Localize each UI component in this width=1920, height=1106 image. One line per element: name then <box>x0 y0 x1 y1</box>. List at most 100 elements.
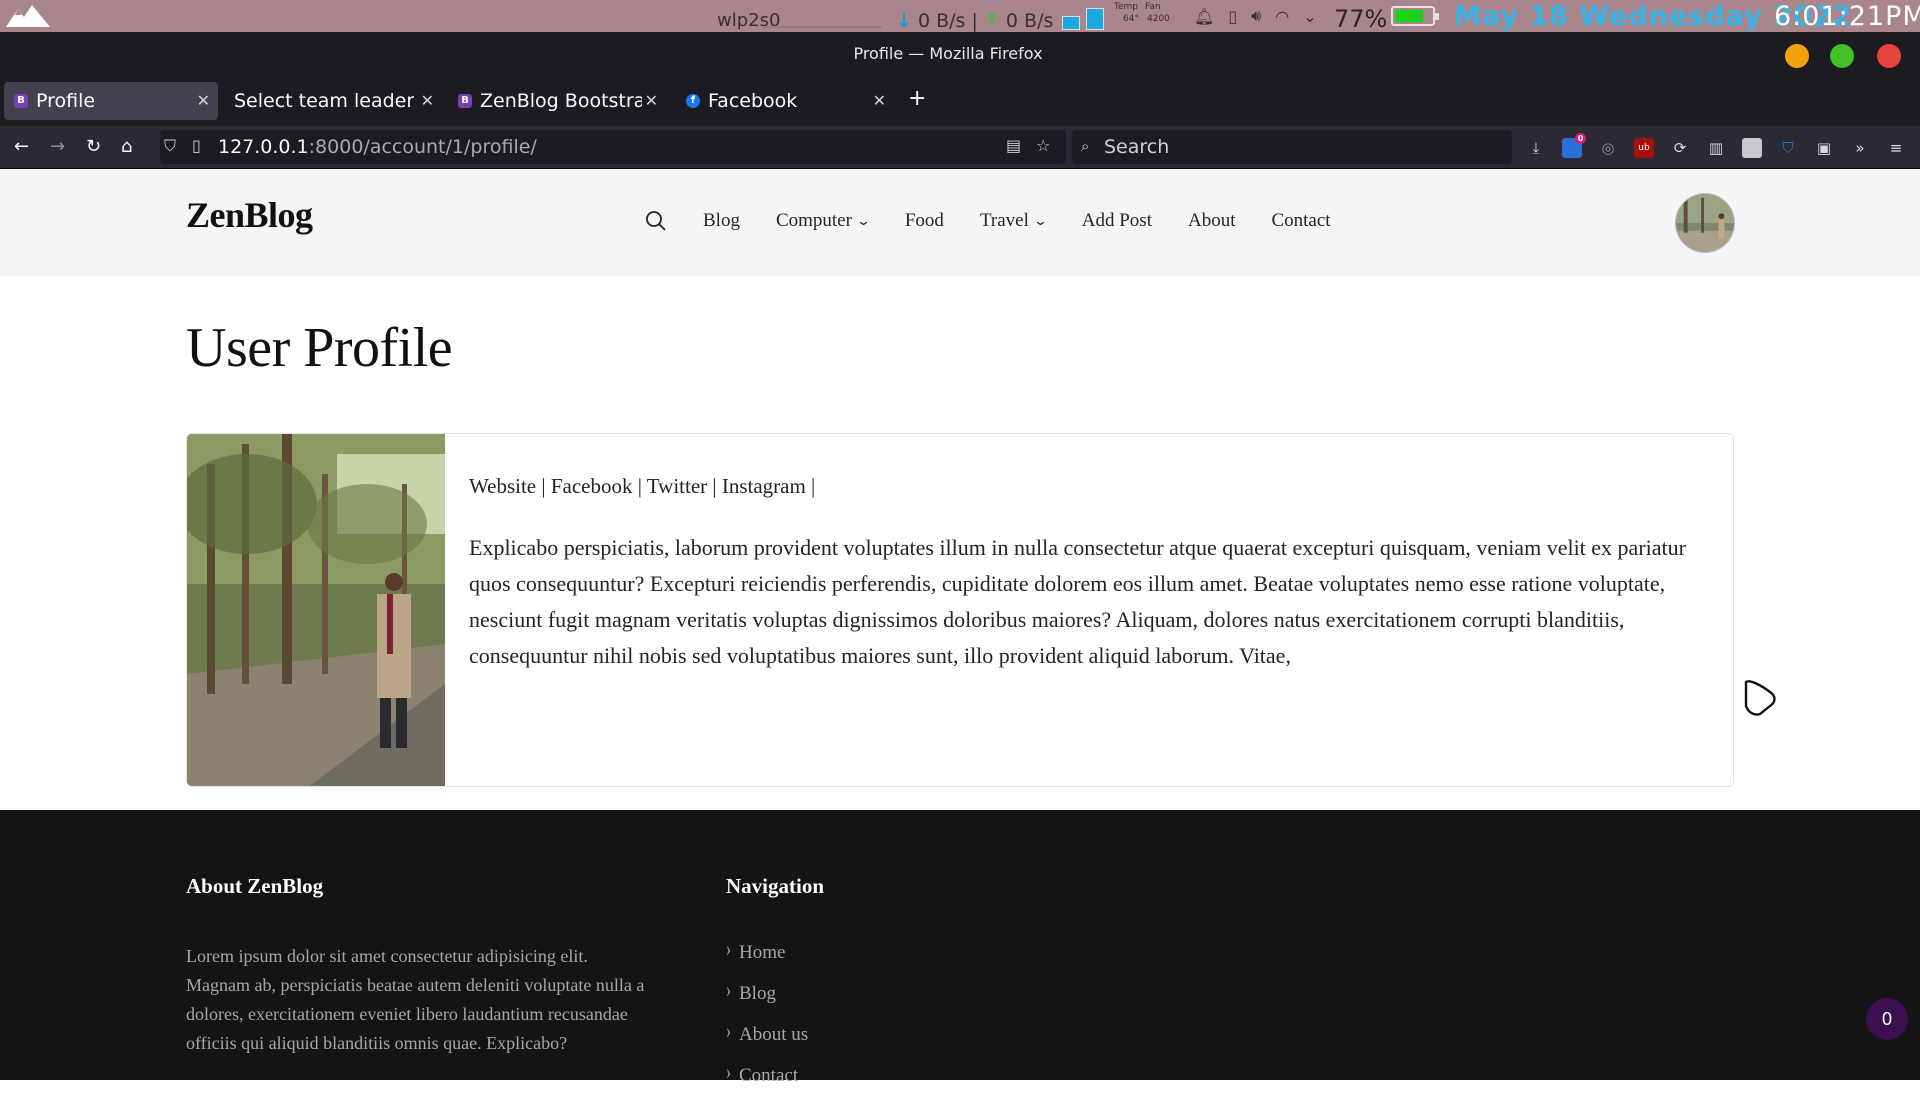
cpu-bar <box>1062 16 1080 30</box>
tab-label: ZenBlog Bootstrap <box>480 90 642 112</box>
tab-facebook[interactable]: f Facebook ✕ <box>676 82 894 120</box>
reload-icon[interactable]: ↻ <box>86 136 101 157</box>
tab-zenblog-bootstrap[interactable]: B ZenBlog Bootstrap ✕ <box>448 82 666 120</box>
bell-icon[interactable]: 🔔︎ <box>1194 7 1214 26</box>
profile-photo-image <box>187 434 445 786</box>
user-avatar[interactable] <box>1675 193 1735 253</box>
library-icon[interactable]: ▥ <box>1706 138 1726 158</box>
back-arrow-icon[interactable]: ← <box>14 136 29 157</box>
footer-nav-heading: Navigation <box>726 874 825 898</box>
volume-icon[interactable]: 🔊︎ <box>1251 6 1261 26</box>
close-tab-icon[interactable]: ✕ <box>645 91 658 110</box>
mouse-cursor-icon <box>1744 680 1776 716</box>
menu-item-add-post[interactable]: Add Post <box>1082 210 1152 232</box>
footer-nav-list: › Home › Blog › About us › Contact <box>726 938 808 1106</box>
ram-bar <box>1086 8 1104 30</box>
wifi-icon[interactable]: ◠ <box>1275 7 1289 26</box>
maximize-button[interactable] <box>1830 44 1854 68</box>
tab-strip: B Profile ✕ Select team leader to ✕ B Ze… <box>0 76 1920 126</box>
new-tab-button[interactable]: + <box>908 86 926 111</box>
close-tab-icon[interactable]: ✕ <box>197 91 210 110</box>
temp-label: Temp <box>1114 2 1138 12</box>
search-icon: ⌕ <box>1081 137 1090 155</box>
home-icon[interactable]: ⌂ <box>121 136 132 157</box>
bootstrap-favicon-icon: B <box>14 94 28 108</box>
tab-select-team-leader[interactable]: Select team leader to ✕ <box>224 82 442 120</box>
menu-item-blog[interactable]: Blog <box>703 210 740 232</box>
url-text[interactable]: 127.0.0.1:8000/account/1/profile/ <box>218 136 537 158</box>
page-content: ZenBlog Blog Computer ⌄ Food Travel ⌄ Add … <box>0 170 1920 1086</box>
profile-bio: Explicabo perspiciatis, laborum providen… <box>469 535 1686 668</box>
site-logo[interactable]: ZenBlog <box>186 194 313 236</box>
tab-label: Select team leader to <box>234 90 414 112</box>
url-bar[interactable]: ⛉ ▯ 127.0.0.1:8000/account/1/profile/ ▤ … <box>160 130 1066 164</box>
site-header: ZenBlog Blog Computer ⌄ Food Travel ⌄ Add … <box>0 170 1920 276</box>
network-speed: ↓ 0 B/s | ↑ 0 B/s <box>896 10 1054 32</box>
menu-item-food[interactable]: Food <box>905 210 944 232</box>
forward-arrow-icon[interactable]: → <box>50 136 65 157</box>
footer-about-heading: About ZenBlog <box>186 874 324 898</box>
search-placeholder: Search <box>1104 136 1170 158</box>
screenshot-icon[interactable] <box>1742 137 1762 158</box>
notification-badge[interactable]: 0 <box>1866 998 1908 1040</box>
tab-label: Profile <box>36 90 96 112</box>
menu-item-computer[interactable]: Computer ⌄ <box>776 210 872 232</box>
menu-item-travel[interactable]: Travel ⌄ <box>980 210 1048 232</box>
clock: 6:01:21PM <box>1774 1 1920 32</box>
hamburger-menu-icon[interactable]: ≡ <box>1886 138 1906 158</box>
battery-percent: 77% <box>1334 5 1388 33</box>
battery-icon[interactable] <box>1391 6 1439 26</box>
download-speed: 0 B/s <box>917 10 966 32</box>
container-icon[interactable]: ▣ <box>1814 138 1834 158</box>
extension-icon[interactable]: 0 <box>1562 132 1586 158</box>
network-graph-line <box>762 26 882 28</box>
overflow-icon[interactable]: » <box>1850 138 1870 158</box>
fan-label: Fan <box>1145 2 1161 12</box>
sync-icon[interactable]: ◎ <box>1598 138 1618 158</box>
main-menu: Blog Computer ⌄ Food Travel ⌄ Add Post Abo… <box>645 210 1367 232</box>
shield-icon[interactable]: ⛉ <box>164 136 176 156</box>
search-icon[interactable] <box>645 210 667 232</box>
page-info-icon[interactable]: ▯ <box>192 136 201 155</box>
footer-link-about-us[interactable]: › About us <box>726 1020 808 1065</box>
chevron-down-icon[interactable]: ⌄ <box>1303 7 1316 26</box>
refresh-extension-icon[interactable]: ⟳ <box>1670 138 1690 158</box>
ublock-icon[interactable]: ub <box>1634 137 1654 158</box>
menu-item-about[interactable]: About <box>1188 210 1236 232</box>
page-title: User Profile <box>186 317 453 379</box>
close-tab-icon[interactable]: ✕ <box>421 91 434 110</box>
close-window-button[interactable] <box>1877 44 1901 68</box>
download-arrow-icon: ↓ <box>896 10 912 32</box>
footer-link-home[interactable]: › Home <box>726 938 808 983</box>
download-icon[interactable]: ⤓ <box>1526 138 1546 158</box>
battery-fill <box>1395 10 1423 22</box>
minimize-button[interactable] <box>1785 44 1809 68</box>
clipboard-icon[interactable]: ▯ <box>1228 7 1237 26</box>
bitwarden-icon[interactable]: ⛉ <box>1778 138 1798 158</box>
system-tray: 🔔︎ ▯ 🔊︎ ◠ ⌄ <box>1194 6 1317 26</box>
footer-link-contact[interactable]: › Contact <box>726 1061 808 1106</box>
upload-arrow-icon: ↑ <box>983 10 1000 32</box>
tab-label: Facebook <box>708 90 798 112</box>
avatar-photo <box>1676 194 1734 252</box>
upload-speed: 0 B/s <box>1005 10 1054 32</box>
reader-view-icon[interactable]: ▤ <box>1006 136 1021 155</box>
close-tab-icon[interactable]: ✕ <box>873 91 886 110</box>
chevron-down-icon: ⌄ <box>855 213 872 228</box>
search-bar[interactable]: ⌕ Search <box>1072 130 1512 164</box>
tab-profile[interactable]: B Profile ✕ <box>4 82 218 120</box>
bookmark-star-icon[interactable]: ☆ <box>1036 136 1050 155</box>
mountain-logo-icon[interactable] <box>4 3 52 29</box>
footer-link-blog[interactable]: › Blog <box>726 979 808 1024</box>
bootstrap-favicon-icon: B <box>458 94 472 108</box>
profile-photo <box>187 434 445 786</box>
facebook-favicon-icon: f <box>686 94 700 108</box>
chevron-right-icon: › <box>726 1060 731 1085</box>
chevron-right-icon: › <box>726 937 731 962</box>
menu-item-contact[interactable]: Contact <box>1271 210 1330 232</box>
toolbar-extensions: ⤓ 0 ◎ ub ⟳ ▥ ⛉ ▣ » ≡ <box>1526 126 1906 169</box>
social-links[interactable]: Website | Facebook | Twitter | Instagram… <box>469 474 815 499</box>
extension-badge: 0 <box>1575 132 1586 144</box>
site-footer: About ZenBlog Lorem ipsum dolor sit amet… <box>0 810 1920 1086</box>
chevron-right-icon: › <box>726 1019 731 1044</box>
